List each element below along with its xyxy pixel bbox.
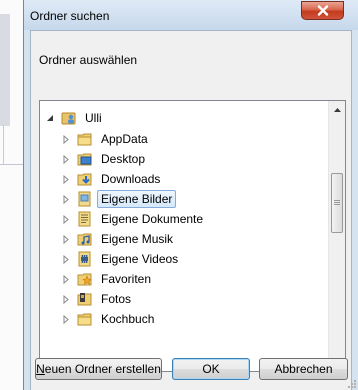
new-folder-mnemonic: N xyxy=(36,362,45,376)
tree-item-appdata[interactable]: AppData xyxy=(60,129,152,149)
instruction-text: Ordner auswählen xyxy=(39,53,138,67)
desktop-folder-icon xyxy=(77,153,92,166)
tree-item-downloads[interactable]: Downloads xyxy=(60,169,164,189)
scroll-up-button[interactable] xyxy=(329,101,345,118)
scrollbar-thumb[interactable] xyxy=(331,173,343,233)
tree-item-label: AppData xyxy=(101,132,148,146)
pictures-library-icon xyxy=(78,191,91,207)
downloads-folder-icon xyxy=(77,173,92,186)
tree-item-eigene-musik[interactable]: Eigene Musik xyxy=(60,229,177,249)
folder-icon xyxy=(77,133,92,146)
background-divider xyxy=(0,164,23,165)
vertical-scrollbar[interactable] xyxy=(328,101,345,371)
expand-arrow-icon[interactable] xyxy=(60,253,72,265)
videos-library-icon xyxy=(78,251,91,267)
close-button[interactable] xyxy=(301,1,344,20)
expand-arrow-icon[interactable] xyxy=(60,313,72,325)
tree-item-label: Downloads xyxy=(101,172,161,186)
favorites-folder-icon xyxy=(77,273,92,286)
music-library-icon xyxy=(77,233,92,246)
tree-item-label: Eigene Videos xyxy=(101,252,179,266)
documents-library-icon xyxy=(78,211,91,227)
expand-arrow-icon[interactable] xyxy=(60,133,72,145)
tree-item-label: Eigene Musik xyxy=(101,232,174,246)
expand-arrow-icon[interactable] xyxy=(60,193,72,205)
tree-item-label: Fotos xyxy=(101,292,132,306)
ok-label: OK xyxy=(202,362,220,376)
folder-tree[interactable]: Ulli AppData Desktop Downloads Eigene Bi… xyxy=(39,100,346,372)
expand-arrow-icon[interactable] xyxy=(60,293,72,305)
tree-item-ulli[interactable]: Ulli xyxy=(44,108,106,128)
tree-item-favoriten[interactable]: Favoriten xyxy=(60,269,155,289)
cancel-label: Abbrechen xyxy=(274,362,333,376)
tree-item-eigene-dokumente[interactable]: Eigene Dokumente xyxy=(60,209,207,229)
expand-arrow-icon[interactable] xyxy=(60,153,72,165)
cancel-button[interactable]: Abbrechen xyxy=(259,358,348,380)
tree-item-kochbuch[interactable]: Kochbuch xyxy=(60,309,158,329)
expand-arrow-icon[interactable] xyxy=(60,213,72,225)
user-folder-icon xyxy=(61,112,76,125)
scroll-up-arrow-icon xyxy=(333,107,341,112)
tree-item-eigene-videos[interactable]: Eigene Videos xyxy=(60,249,182,269)
tree-item-label: Eigene Dokumente xyxy=(101,212,204,226)
tree-item-eigene-bilder[interactable]: Eigene Bilder xyxy=(60,189,177,209)
tree-item-desktop[interactable]: Desktop xyxy=(60,149,149,169)
dialog-title: Ordner suchen xyxy=(30,9,110,23)
tree-item-fotos[interactable]: Fotos xyxy=(60,289,135,309)
expand-arrow-icon[interactable] xyxy=(60,273,72,285)
resize-grip-icon[interactable] xyxy=(346,378,357,389)
background-panel xyxy=(0,14,10,126)
tree-item-label: Desktop xyxy=(101,152,146,166)
new-folder-label: euen Ordner erstellen xyxy=(44,362,161,376)
grip-icon xyxy=(334,200,340,206)
background-window-fragment xyxy=(0,0,23,390)
background-divider xyxy=(3,125,4,165)
photos-folder-icon xyxy=(77,293,92,306)
folder-icon xyxy=(77,313,92,326)
collapse-arrow-icon[interactable] xyxy=(44,112,56,124)
expand-arrow-icon[interactable] xyxy=(60,173,72,185)
close-icon xyxy=(317,5,328,16)
tree-item-label: Favoriten xyxy=(101,272,152,286)
title-bar[interactable]: Ordner suchen xyxy=(24,0,358,30)
new-folder-button[interactable]: Neuen Ordner erstellen xyxy=(35,358,162,380)
tree-item-label: Kochbuch xyxy=(101,312,155,326)
browse-folder-dialog: Ordner suchen Ordner auswählen Ulli AppD… xyxy=(23,0,358,390)
ok-button[interactable]: OK xyxy=(172,358,250,380)
expand-arrow-icon[interactable] xyxy=(60,233,72,245)
dialog-client-area: Ordner auswählen Ulli AppData Desktop Do… xyxy=(30,30,352,390)
tree-item-label: Ulli xyxy=(85,111,102,125)
tree-item-label: Eigene Bilder xyxy=(97,190,177,208)
